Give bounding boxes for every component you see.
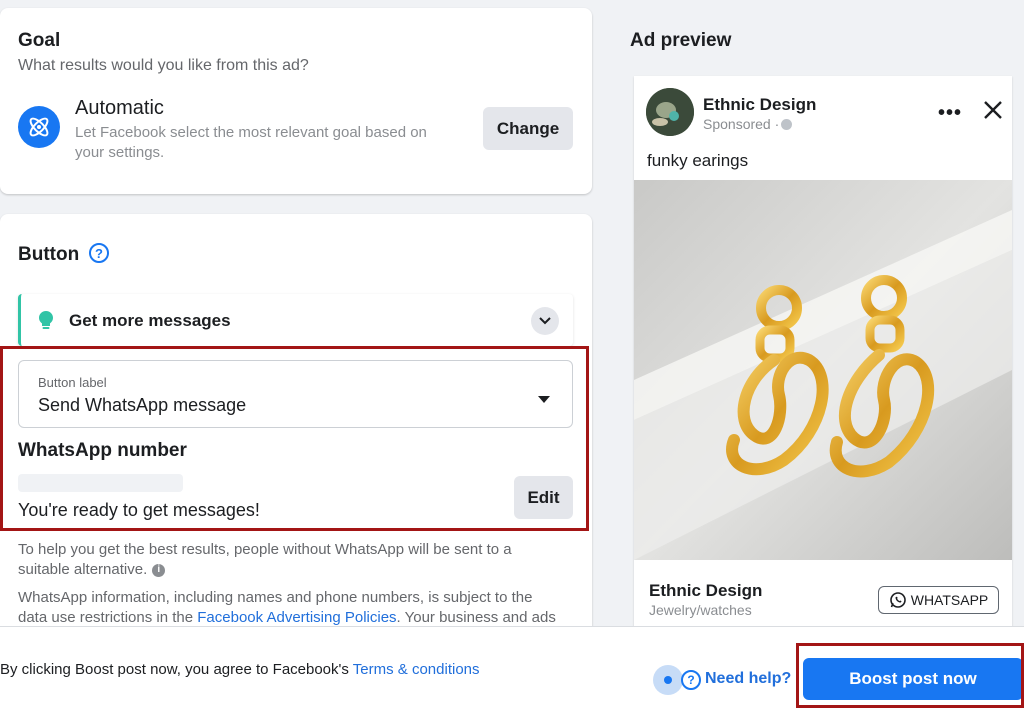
sponsored-row: Sponsored · (703, 116, 793, 132)
help-text-line2-row: suitable alternative. i (18, 560, 578, 580)
goal-desc-line2: your settings. (75, 144, 165, 161)
close-icon[interactable] (983, 100, 1003, 125)
goal-desc-line1: Let Facebook select the most relevant go… (75, 124, 427, 141)
button-card: Button ? Get more messages Button label … (0, 214, 592, 634)
ad-footer-category: Jewelry/watches (649, 602, 752, 618)
objective-label: Get more messages (69, 311, 231, 330)
ad-footer-name: Ethnic Design (649, 581, 763, 600)
button-label-caption: Button label (38, 375, 107, 390)
policy-text-line2: data use restrictions in the Facebook Ad… (18, 608, 588, 628)
consent-prefix: By clicking Boost post now, you agree to… (0, 661, 353, 678)
change-goal-button[interactable]: Change (483, 107, 573, 150)
ad-page-name[interactable]: Ethnic Design (703, 95, 816, 115)
boost-post-button[interactable]: Boost post now (803, 658, 1023, 700)
goal-subtitle: What results would you like from this ad… (18, 57, 309, 74)
help-text-line2: suitable alternative. (18, 561, 148, 578)
whatsapp-icon (889, 591, 907, 609)
info-icon[interactable]: i (152, 563, 166, 577)
chevron-down-icon[interactable] (531, 307, 559, 335)
goal-title: Goal (18, 30, 61, 51)
consent-text: By clicking Boost post now, you agree to… (0, 661, 480, 678)
globe-icon (781, 118, 793, 130)
ad-preview-panel: Ethnic Design Sponsored · ••• funky eari… (634, 76, 1012, 636)
objective-row[interactable]: Get more messages (18, 294, 573, 346)
goal-option-title: Automatic (75, 97, 164, 119)
whatsapp-cta-label: WHATSAPP (910, 592, 989, 608)
ad-preview-title: Ad preview (630, 30, 732, 51)
button-label-value: Send WhatsApp message (38, 395, 247, 415)
advertising-policies-link[interactable]: Facebook Advertising Policies (197, 609, 396, 626)
ready-message: You're ready to get messages! (18, 500, 260, 520)
dropdown-caret-icon (538, 390, 550, 408)
edit-whatsapp-button[interactable]: Edit (514, 476, 573, 519)
goal-card: Goal What results would you like from th… (0, 8, 592, 194)
help-text-line1: To help you get the best results, people… (18, 541, 512, 558)
need-help-icon[interactable]: ? (681, 670, 701, 690)
sponsored-label: Sponsored · (703, 116, 780, 132)
policy-text-line1: WhatsApp information, including names an… (18, 589, 533, 606)
need-help-link[interactable]: Need help? (705, 670, 791, 688)
lightbulb-icon (39, 311, 53, 336)
whatsapp-policy-text: WhatsApp information, including names an… (18, 588, 588, 628)
policy-text-prefix: data use restrictions in the (18, 609, 198, 626)
automatic-goal-icon (18, 106, 60, 148)
more-options-icon[interactable]: ••• (938, 102, 962, 125)
whatsapp-help-text: To help you get the best results, people… (18, 540, 578, 580)
post-caption: funky earings (647, 151, 749, 170)
loading-dot (653, 665, 683, 695)
ad-image (634, 180, 1012, 560)
goal-option-description: Let Facebook select the most relevant go… (75, 123, 427, 163)
help-icon[interactable]: ? (89, 243, 109, 263)
page-avatar (646, 88, 694, 136)
whatsapp-number-title: WhatsApp number (18, 440, 187, 461)
terms-link[interactable]: Terms & conditions (353, 661, 480, 678)
button-section-title: Button (18, 244, 80, 265)
button-label-select[interactable]: Button label Send WhatsApp message (18, 360, 573, 428)
whatsapp-cta-button[interactable]: WHATSAPP (878, 586, 999, 614)
whatsapp-number-placeholder (18, 474, 183, 492)
policy-text-suffix: . Your business and ads (396, 609, 556, 626)
